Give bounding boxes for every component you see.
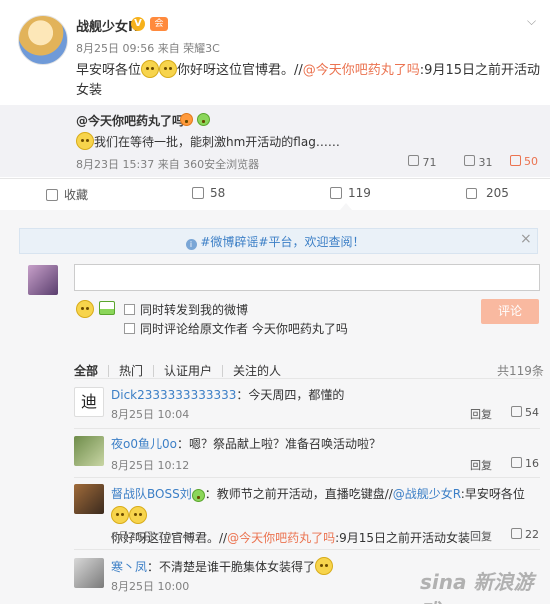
- member-badge: 会: [150, 17, 168, 31]
- comment-total: 共119条: [497, 364, 544, 378]
- doge-emoji-icon: [141, 60, 160, 78]
- chevron-down-icon[interactable]: ⌵: [527, 14, 536, 29]
- author-avatar[interactable]: [18, 15, 68, 65]
- doge-emoji-icon: [315, 557, 334, 575]
- thumbs-up-icon: [511, 406, 522, 417]
- comment-text: 夜o0鱼儿0o：嗯？祭品献上啦？准备召唤活动啦？: [111, 437, 381, 451]
- comment-time: 8月25日 10:12: [111, 459, 190, 472]
- repost-comment-count[interactable]: 31: [464, 155, 493, 169]
- comment-icon: [464, 155, 475, 166]
- comment-time: 8月25日 10:04: [111, 408, 190, 421]
- tab-following[interactable]: 关注的人: [233, 364, 281, 378]
- avatar[interactable]: [74, 558, 104, 588]
- thumbs-up-icon: [510, 155, 521, 166]
- pointer-arrow: [340, 203, 352, 210]
- tab-hot[interactable]: 热门: [119, 364, 143, 378]
- doge-emoji-icon: [129, 506, 147, 524]
- checkbox[interactable]: [124, 323, 135, 334]
- reply-button[interactable]: 回复: [470, 528, 492, 544]
- post-text: 早安呀各位 你好呀这位官博君。//@今天你吧药丸了吗:9月15日之前开活动 女装: [76, 60, 542, 101]
- thumbs-up-icon: [511, 457, 522, 468]
- repost-icon: [192, 187, 204, 199]
- badge-icons: [180, 111, 210, 126]
- comment-like-button[interactable]: 16: [511, 457, 539, 470]
- notice-text[interactable]: i #微博辟谣#平台，欢迎查阅！: [0, 233, 550, 250]
- repost-repost-count[interactable]: 71: [408, 155, 437, 169]
- reply-button[interactable]: 回复: [470, 406, 492, 422]
- mention-link[interactable]: @今天你吧药丸了吗: [227, 531, 335, 545]
- avatar[interactable]: [74, 484, 104, 514]
- info-icon: i: [185, 239, 197, 250]
- repost-icon: [408, 155, 419, 166]
- comment-input[interactable]: [74, 264, 540, 291]
- comment-time: 8月25日 10:00: [111, 580, 190, 593]
- thumbs-up-icon: [511, 528, 522, 539]
- comment-author-option[interactable]: 同时评论给原文作者 今天你吧药丸了吗: [124, 320, 348, 337]
- divider: [74, 477, 540, 478]
- like-button[interactable]: 205: [466, 186, 509, 200]
- checkbox[interactable]: [124, 304, 135, 315]
- comment-user[interactable]: Dick2333333333333: [111, 388, 236, 402]
- post-meta: 8月25日 09:56 来自 荣耀3C: [76, 42, 220, 55]
- comment-icon: [330, 187, 342, 199]
- divider: [74, 378, 540, 379]
- avatar[interactable]: [74, 436, 104, 466]
- divider: [74, 428, 540, 429]
- doge-emoji-icon: [159, 60, 178, 78]
- repost-option[interactable]: 同时转发到我的微博: [124, 301, 248, 318]
- image-upload-icon[interactable]: [99, 301, 115, 315]
- emoji-picker-icon[interactable]: [76, 300, 94, 318]
- mention-link[interactable]: @战舰少女R: [393, 487, 461, 501]
- divider: [0, 178, 550, 179]
- repost-button[interactable]: 58: [192, 186, 225, 200]
- comment-time: 8月25日 10:54: [111, 530, 190, 543]
- comment-text: 寒丶凤：不清楚是谁干脆集体女装得了: [111, 557, 334, 575]
- mention-link[interactable]: @今天你吧药丸了吗: [303, 63, 420, 78]
- repost-text: 我们在等待一批，能刺激hm开活动的flag……: [76, 132, 340, 150]
- tab-all[interactable]: 全部: [74, 364, 98, 378]
- comment-text: Dick2333333333333：今天周四，都懂的: [111, 388, 345, 402]
- comment-like-button[interactable]: 22: [511, 528, 539, 541]
- avatar[interactable]: 迪: [74, 387, 104, 417]
- comment-button[interactable]: 119: [330, 186, 371, 200]
- favorite-button[interactable]: 收藏: [46, 186, 88, 203]
- reply-button[interactable]: 回复: [470, 457, 492, 473]
- doge-emoji-icon: [111, 506, 129, 524]
- doge-emoji-icon: [76, 132, 94, 150]
- author-name[interactable]: 战舰少女R: [76, 16, 138, 35]
- thumbs-up-icon: [466, 187, 477, 199]
- comment-user[interactable]: 寒丶凤: [111, 560, 147, 574]
- repost-like-count[interactable]: 50: [510, 155, 538, 168]
- badge-icon: [191, 489, 205, 502]
- repost-meta: 8月23日 15:37 来自 360安全浏览器: [76, 158, 260, 171]
- verified-badge: V: [131, 17, 145, 31]
- divider: [74, 549, 540, 550]
- sina-watermark: sina 新浪游戏: [420, 570, 534, 604]
- submit-comment-button[interactable]: 评论: [481, 299, 539, 324]
- comment-like-button[interactable]: 54: [511, 406, 539, 419]
- tab-verified[interactable]: 认证用户: [164, 364, 212, 378]
- star-icon: [46, 188, 58, 201]
- repost-author[interactable]: @今天你吧药丸了吗: [76, 112, 184, 129]
- comment-filter-tabs: 全部 热门 认证用户 关注的人: [74, 362, 281, 379]
- my-avatar[interactable]: [28, 265, 58, 295]
- close-icon[interactable]: ×: [520, 231, 532, 247]
- comment-user[interactable]: 夜o0鱼儿0o: [111, 437, 177, 451]
- comment-user[interactable]: 督战队BOSS刘: [111, 487, 192, 501]
